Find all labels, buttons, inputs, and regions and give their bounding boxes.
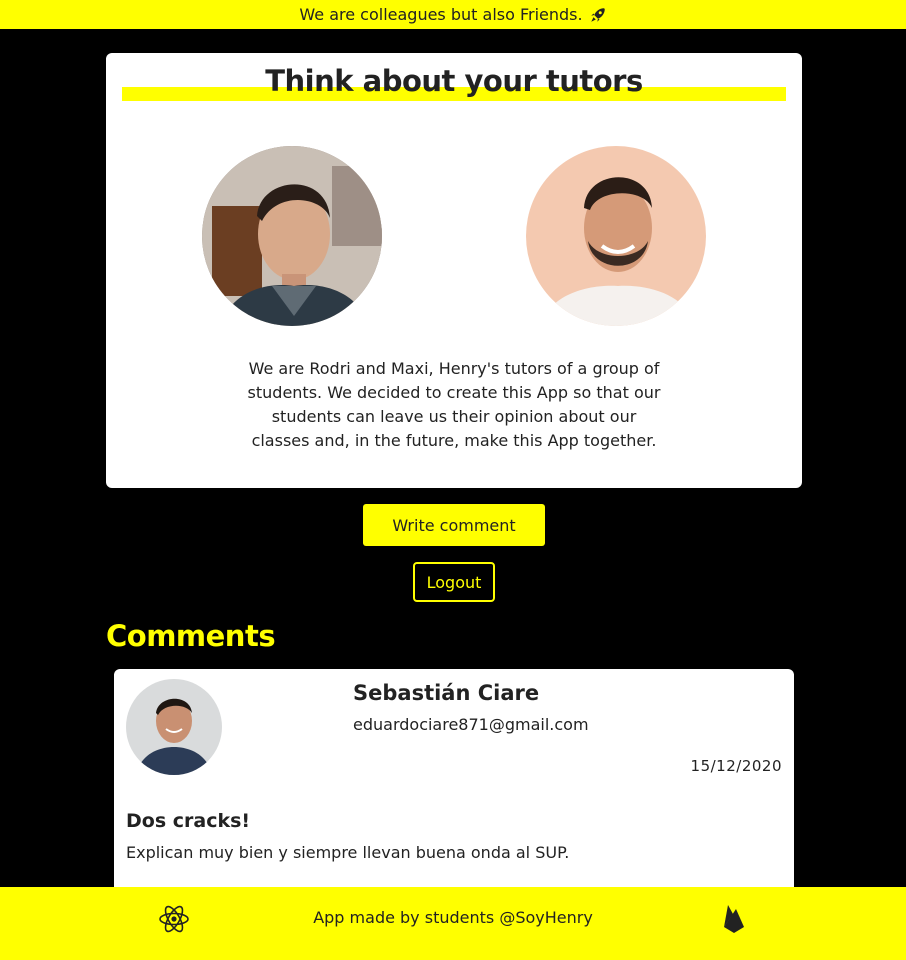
write-comment-button[interactable]: Write comment bbox=[363, 504, 545, 546]
comment-body: Explican muy bien y siempre llevan buena… bbox=[126, 843, 570, 862]
rocket-icon bbox=[590, 7, 605, 22]
top-banner: We are colleagues but also Friends. bbox=[0, 0, 906, 29]
tutor-photo-rodri bbox=[202, 146, 382, 326]
page-title: Think about your tutors bbox=[265, 64, 643, 98]
comment-author: Sebastián Ciare bbox=[353, 681, 540, 705]
avatar bbox=[126, 679, 222, 775]
tutor-photo-maxi bbox=[526, 146, 706, 326]
footer: App made by students @SoyHenry bbox=[0, 887, 906, 960]
comments-heading: Comments bbox=[106, 619, 276, 653]
card-title-wrap: Think about your tutors bbox=[122, 63, 786, 103]
intro-text: We are Rodri and Maxi, Henry's tutors of… bbox=[247, 359, 661, 450]
comment-title: Dos cracks! bbox=[126, 810, 251, 832]
footer-text: App made by students @SoyHenry bbox=[313, 908, 593, 927]
comment-date: 15/12/2020 bbox=[690, 757, 782, 775]
firebase-icon bbox=[724, 905, 744, 933]
logout-button[interactable]: Logout bbox=[413, 562, 495, 602]
tutors-card: Think about your tutors We are Rodri and… bbox=[106, 53, 802, 488]
comment-email: eduardociare871@gmail.com bbox=[353, 715, 589, 734]
banner-text: We are colleagues but also Friends. bbox=[299, 5, 583, 24]
